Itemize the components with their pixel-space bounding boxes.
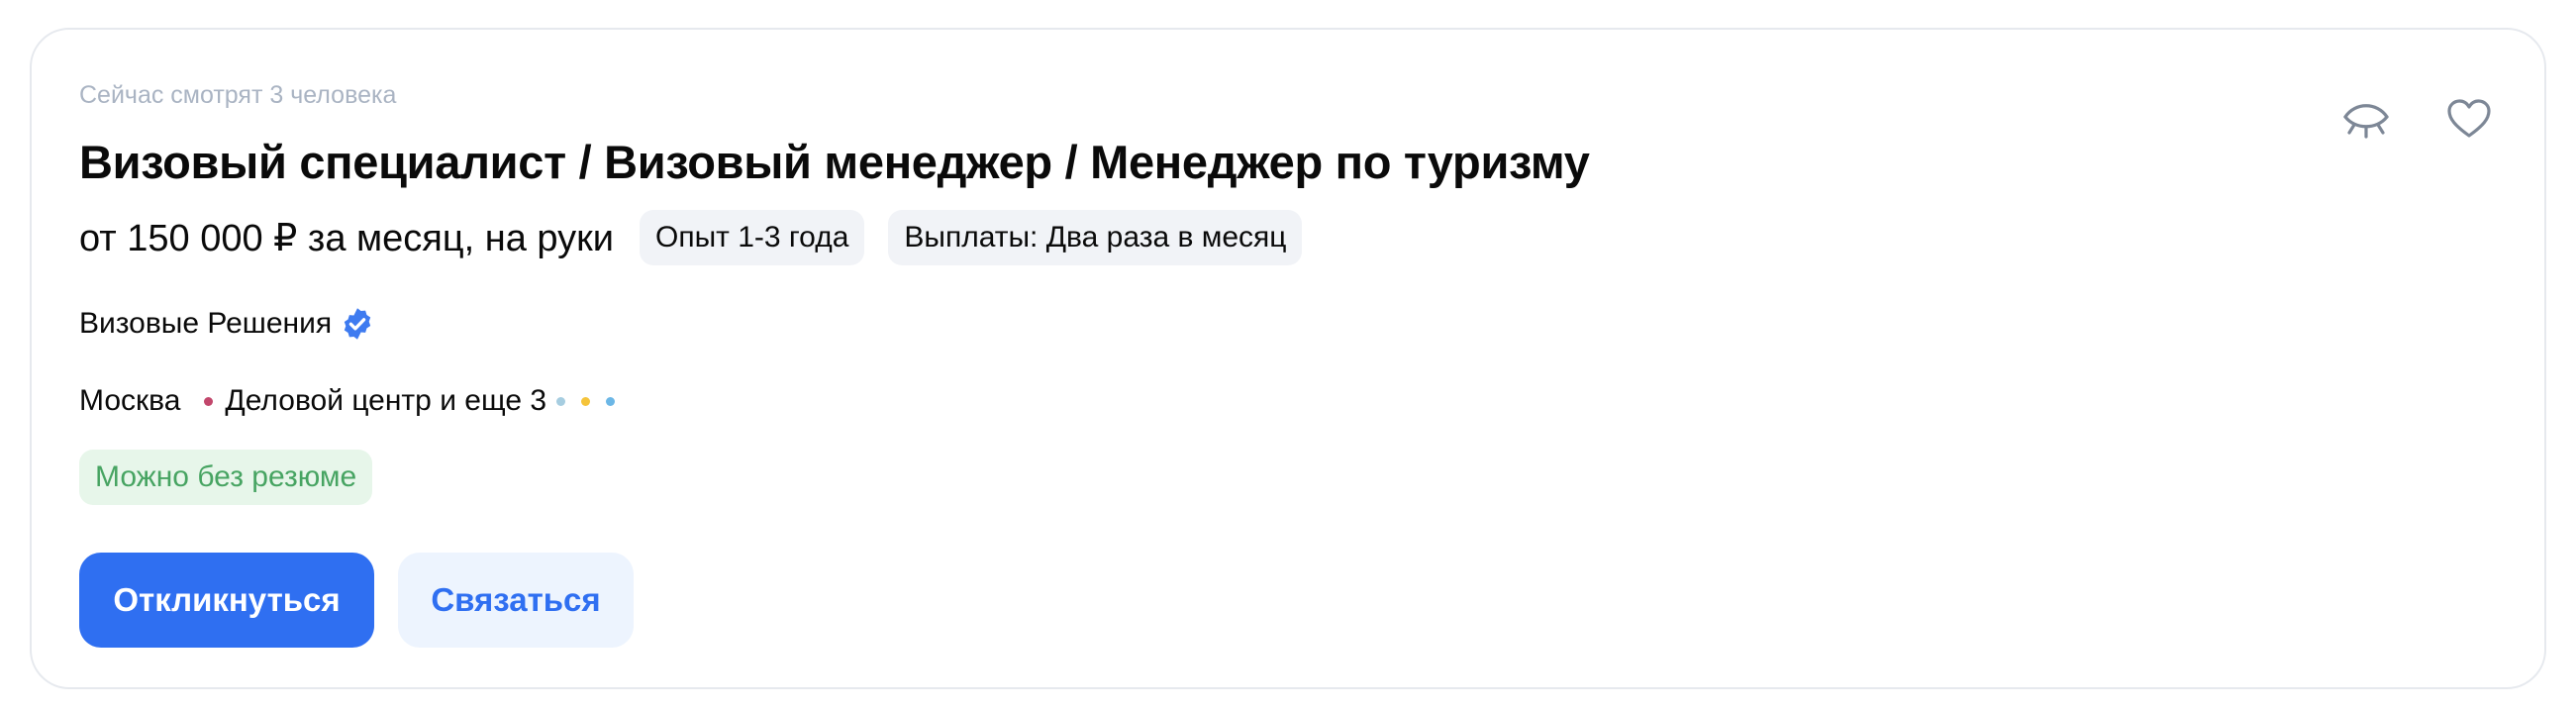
salary-text: от 150 000 ₽ за месяц, на руки (79, 217, 614, 259)
viewers-count-text: Сейчас смотрят 3 человека (79, 81, 397, 109)
heart-icon (2447, 99, 2491, 138)
extra-metro-dots (556, 396, 631, 406)
location-row: Москва Деловой центр и еще 3 (79, 379, 631, 423)
metro-line-dot (606, 396, 616, 406)
metro-line-dot (204, 396, 214, 406)
vacancy-card: Сейчас смотрят 3 человека Визовый специа… (30, 28, 2546, 689)
company-row: Визовые Решения (79, 302, 375, 346)
no-resume-badge: Можно без резюме (79, 450, 373, 505)
salary-row: от 150 000 ₽ за месяц, на руки Опыт 1-3 … (79, 210, 1326, 265)
metro-line-dot (581, 396, 591, 406)
experience-tag: Опыт 1-3 года (639, 210, 865, 265)
metro-station-text: Деловой центр и еще 3 (225, 384, 547, 417)
vacancy-title[interactable]: Визовый специалист / Визовый менеджер / … (79, 135, 1590, 189)
company-name-link[interactable]: Визовые Решения (79, 307, 332, 341)
payouts-tag: Выплаты: Два раза в месяц (888, 210, 1303, 265)
city-text: Москва (79, 384, 181, 417)
metro-line-dot (556, 396, 566, 406)
respond-button[interactable]: Откликнуться (79, 553, 374, 648)
hide-vacancy-button[interactable] (2336, 89, 2396, 149)
favorite-button[interactable] (2439, 89, 2499, 149)
eye-closed-icon (2343, 104, 2389, 139)
verified-badge-icon (344, 308, 371, 340)
contact-button[interactable]: Связаться (398, 553, 634, 648)
